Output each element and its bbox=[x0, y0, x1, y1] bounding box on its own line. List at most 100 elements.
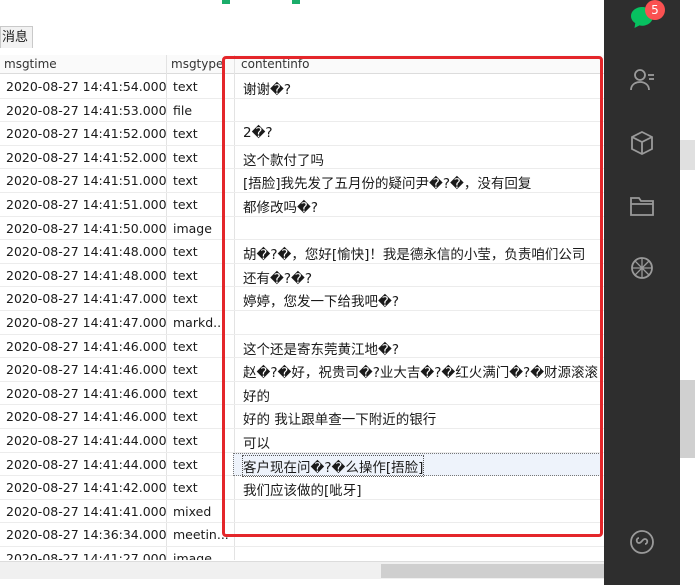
cell-msgtime[interactable]: 2020-08-27 14:41:46.000 bbox=[6, 339, 167, 354]
tab-messages[interactable]: 消息 bbox=[0, 26, 33, 48]
cell-msgtime[interactable]: 2020-08-27 14:41:53.000 bbox=[6, 103, 167, 118]
table-row[interactable]: 2020-08-27 14:41:46.000 text 好的 bbox=[0, 382, 604, 406]
cell-msgtype[interactable]: text bbox=[173, 386, 198, 401]
cell-msgtime[interactable]: 2020-08-27 14:41:41.000 bbox=[6, 504, 167, 519]
cell-msgtype[interactable]: mixed bbox=[173, 504, 211, 519]
cell-msgtype[interactable]: text bbox=[173, 126, 198, 141]
table-row[interactable]: 2020-08-27 14:36:34.000 meetin... bbox=[0, 523, 604, 547]
cell-msgtype[interactable]: text bbox=[173, 173, 198, 188]
title-accent-left bbox=[222, 0, 230, 4]
table-row[interactable]: 2020-08-27 14:41:41.000 mixed bbox=[0, 500, 604, 524]
cell-contentinfo[interactable]: 赵�?�好，祝贵司�?业大吉�?�红火满门�?�财源滚滚！ bbox=[243, 361, 604, 381]
title-accent-right bbox=[292, 0, 300, 4]
cell-contentinfo[interactable]: 我们应该做的[呲牙] bbox=[243, 479, 362, 499]
cell-contentinfo[interactable]: 婷婷，您发一下给我吧�? bbox=[243, 290, 399, 310]
cell-msgtype[interactable]: text bbox=[173, 409, 198, 424]
message-table-body: 2020-08-27 14:41:54.000 text 谢谢�? 2020-08-2… bbox=[0, 75, 604, 560]
cell-msgtime[interactable]: 2020-08-27 14:41:46.000 bbox=[6, 386, 167, 401]
cell-contentinfo[interactable]: 谢谢�? bbox=[243, 78, 291, 98]
cell-msgtype[interactable]: text bbox=[173, 291, 198, 306]
scrollbar-thumb[interactable] bbox=[381, 564, 604, 578]
cell-contentinfo[interactable]: 还有�?�? bbox=[243, 267, 312, 287]
cell-msgtype[interactable]: text bbox=[173, 480, 198, 495]
bottom-edge bbox=[0, 579, 604, 585]
cell-msgtype[interactable]: text bbox=[173, 79, 198, 94]
cell-msgtype[interactable]: meetin... bbox=[173, 527, 229, 542]
edge-block bbox=[680, 140, 695, 170]
table-row[interactable]: 2020-08-27 14:41:42.000 text 我们应该做的[呲牙] bbox=[0, 476, 604, 500]
table-row[interactable]: 2020-08-27 14:41:53.000 file bbox=[0, 99, 604, 123]
cell-contentinfo[interactable]: 胡�?�，您好[愉快]！我是德永信的小莹，负责咱们公司 bbox=[243, 243, 585, 263]
cell-msgtime[interactable]: 2020-08-27 14:41:47.000 bbox=[6, 315, 167, 330]
table-row[interactable]: 2020-08-27 14:41:47.000 text 婷婷，您发一下给我吧�? bbox=[0, 287, 604, 311]
table-row[interactable]: 2020-08-27 14:41:48.000 text 胡�?�，您好[愉快]！我… bbox=[0, 240, 604, 264]
cell-msgtime[interactable]: 2020-08-27 14:36:34.000 bbox=[6, 527, 167, 542]
edge-block bbox=[680, 380, 695, 458]
cell-msgtype[interactable]: text bbox=[173, 150, 198, 165]
column-header-msgtype[interactable]: msgtype bbox=[171, 57, 223, 71]
cell-msgtime[interactable]: 2020-08-27 14:41:48.000 bbox=[6, 268, 167, 283]
table-row[interactable]: 2020-08-27 14:41:27.000 image bbox=[0, 547, 604, 560]
cube-icon[interactable] bbox=[628, 129, 656, 157]
cell-msgtime[interactable]: 2020-08-27 14:41:52.000 bbox=[6, 126, 167, 141]
table-row[interactable]: 2020-08-27 14:41:52.000 text 这个款付了吗 bbox=[0, 146, 604, 170]
cell-msgtype[interactable]: image bbox=[173, 551, 212, 560]
cell-msgtype[interactable]: file bbox=[173, 103, 192, 118]
unread-badge: 5 bbox=[645, 0, 665, 20]
cell-msgtime[interactable]: 2020-08-27 14:41:42.000 bbox=[6, 480, 167, 495]
cell-msgtime[interactable]: 2020-08-27 14:41:48.000 bbox=[6, 244, 167, 259]
cell-msgtime[interactable]: 2020-08-27 14:41:44.000 bbox=[6, 433, 167, 448]
cell-contentinfo[interactable]: [捂脸]我先发了五月份的疑问尹�?�，没有回复 bbox=[243, 172, 531, 192]
cell-contentinfo[interactable]: 可以 bbox=[243, 432, 270, 452]
cell-contentinfo[interactable]: 这个还是寄东莞黄江地�? bbox=[243, 338, 399, 358]
cell-msgtype[interactable]: text bbox=[173, 268, 198, 283]
cell-msgtype[interactable]: markd... bbox=[173, 315, 225, 330]
table-row[interactable]: 2020-08-27 14:41:51.000 text 都修改吗�? bbox=[0, 193, 604, 217]
table-row[interactable]: 2020-08-27 14:41:54.000 text 谢谢�? bbox=[0, 75, 604, 99]
cell-msgtime[interactable]: 2020-08-27 14:41:51.000 bbox=[6, 173, 167, 188]
cell-contentinfo[interactable]: 客户现在问�?�么操作[捂脸] bbox=[241, 454, 425, 477]
cell-msgtype[interactable]: image bbox=[173, 221, 212, 236]
cell-msgtype[interactable]: text bbox=[173, 433, 198, 448]
cell-msgtype[interactable]: text bbox=[173, 339, 198, 354]
column-header-contentinfo[interactable]: contentinfo bbox=[241, 57, 309, 71]
cell-msgtime[interactable]: 2020-08-27 14:41:27.000 bbox=[6, 551, 167, 560]
table-row[interactable]: 2020-08-27 14:41:51.000 text [捂脸]我先发了五月份的疑… bbox=[0, 169, 604, 193]
table-row[interactable]: 2020-08-27 14:41:48.000 text 还有�?�? bbox=[0, 264, 604, 288]
folder-icon[interactable] bbox=[628, 192, 656, 220]
cell-msgtype[interactable]: text bbox=[173, 457, 198, 472]
sidebar: 5 bbox=[604, 0, 680, 585]
table-row[interactable]: 2020-08-27 14:41:50.000 image bbox=[0, 217, 604, 241]
cell-msgtime[interactable]: 2020-08-27 14:41:50.000 bbox=[6, 221, 167, 236]
title-strip bbox=[0, 0, 604, 18]
table-header: msgtime msgtype contentinfo bbox=[0, 55, 604, 74]
cell-msgtime[interactable]: 2020-08-27 14:41:47.000 bbox=[6, 291, 167, 306]
table-row[interactable]: 2020-08-27 14:41:46.000 text 赵�?�好，祝贵司�?业大… bbox=[0, 358, 604, 382]
cell-msgtype[interactable]: text bbox=[173, 244, 198, 259]
cell-contentinfo[interactable]: 都修改吗�? bbox=[243, 196, 318, 216]
table-row[interactable]: 2020-08-27 14:41:46.000 text 好的 我让跟单查一下附近的… bbox=[0, 405, 604, 429]
cell-msgtime[interactable]: 2020-08-27 14:41:46.000 bbox=[6, 409, 167, 424]
contacts-icon[interactable] bbox=[628, 66, 656, 94]
mini-program-icon[interactable] bbox=[628, 528, 656, 556]
table-row[interactable]: 2020-08-27 14:41:47.000 markd... bbox=[0, 311, 604, 335]
column-header-msgtime[interactable]: msgtime bbox=[4, 57, 57, 71]
cell-contentinfo[interactable]: 这个款付了吗 bbox=[243, 149, 324, 169]
cell-contentinfo[interactable]: 好的 bbox=[243, 385, 270, 405]
table-row[interactable]: 2020-08-27 14:41:52.000 text 2�? bbox=[0, 122, 604, 146]
right-window-edge bbox=[680, 0, 695, 585]
cell-contentinfo[interactable]: 2�? bbox=[243, 125, 273, 141]
horizontal-scrollbar[interactable] bbox=[0, 561, 604, 580]
cell-msgtime[interactable]: 2020-08-27 14:41:54.000 bbox=[6, 79, 167, 94]
cell-contentinfo[interactable]: 好的 我让跟单查一下附近的银行 bbox=[243, 408, 436, 428]
table-row[interactable]: 2020-08-27 14:41:44.000 text 客户现在问�?�么操作[捂… bbox=[0, 452, 604, 477]
cell-msgtype[interactable]: text bbox=[173, 362, 198, 377]
cell-msgtime[interactable]: 2020-08-27 14:41:52.000 bbox=[6, 150, 167, 165]
cell-msgtype[interactable]: text bbox=[173, 197, 198, 212]
moments-icon[interactable] bbox=[628, 254, 656, 282]
cell-msgtime[interactable]: 2020-08-27 14:41:46.000 bbox=[6, 362, 167, 377]
table-row[interactable]: 2020-08-27 14:41:46.000 text 这个还是寄东莞黄江地�? bbox=[0, 335, 604, 359]
table-row[interactable]: 2020-08-27 14:41:44.000 text 可以 bbox=[0, 429, 604, 453]
cell-msgtime[interactable]: 2020-08-27 14:41:44.000 bbox=[6, 457, 167, 472]
cell-msgtime[interactable]: 2020-08-27 14:41:51.000 bbox=[6, 197, 167, 212]
